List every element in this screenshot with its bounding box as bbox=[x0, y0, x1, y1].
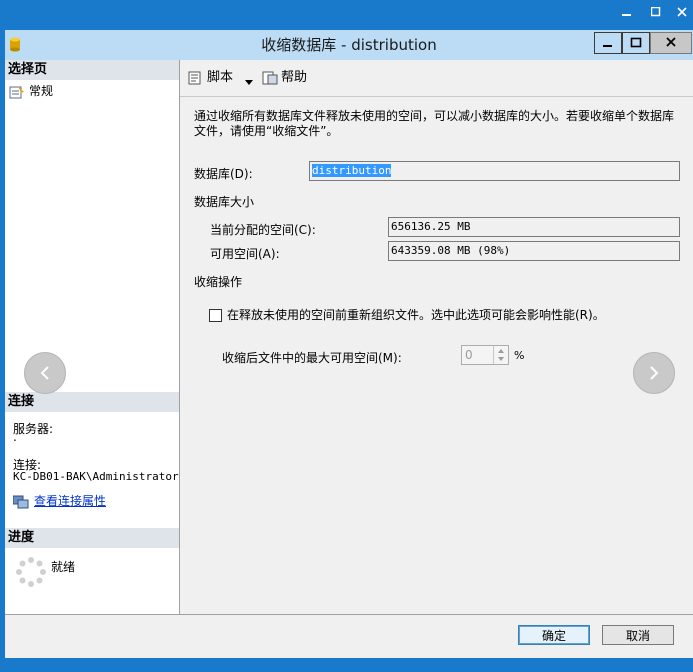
max-free-space-stepper[interactable]: 0 bbox=[461, 345, 509, 365]
allocated-space-label: 当前分配的空间(C): bbox=[210, 223, 316, 237]
server-label: 服务器: bbox=[13, 422, 54, 436]
dialog-title: 收缩数据库 - distribution bbox=[261, 36, 437, 54]
script-button[interactable]: 脚本 bbox=[188, 69, 233, 87]
view-connection-properties[interactable]: 查看连接属性 bbox=[12, 492, 106, 509]
help-button[interactable]: 帮助 bbox=[262, 69, 307, 87]
stepper-arrows-icon bbox=[498, 349, 504, 361]
shrink-operation-header: 收缩操作 bbox=[194, 275, 243, 289]
description-text: 通过收缩所有数据库文件释放未使用的空间，可以减小数据库的大小。若要收缩单个数据库… bbox=[194, 109, 675, 138]
close-button[interactable] bbox=[650, 32, 692, 54]
dialog-title-bar: 收缩数据库 - distribution bbox=[5, 30, 693, 60]
connection-header: 连接 bbox=[5, 392, 179, 412]
max-free-space-value: 0 bbox=[465, 348, 473, 362]
chevron-right-icon bbox=[650, 366, 659, 380]
next-page-button[interactable] bbox=[633, 352, 675, 394]
connection-properties-icon bbox=[12, 495, 29, 509]
database-label: 数据库(D): bbox=[194, 167, 253, 181]
available-space-field: 643359.08 MB (98%) bbox=[388, 241, 680, 261]
max-free-space-unit: % bbox=[514, 349, 525, 362]
progress-spinner-icon bbox=[15, 556, 47, 588]
chevron-left-icon bbox=[40, 366, 49, 380]
outer-minimize-icon[interactable] bbox=[616, 4, 638, 24]
sidebar-item-label: 常规 bbox=[29, 84, 54, 98]
main-panel: 通过收缩所有数据库文件释放未使用的空间，可以减小数据库的大小。若要收缩单个数据库… bbox=[180, 96, 693, 645]
progress-status: 就绪 bbox=[51, 560, 76, 574]
sidebar-item-general[interactable]: 常规 bbox=[9, 82, 53, 100]
database-field[interactable]: distribution bbox=[309, 161, 680, 181]
outer-title-bar bbox=[0, 0, 693, 28]
script-label: 脚本 bbox=[207, 70, 234, 85]
allocated-space-field: 656136.25 MB bbox=[388, 217, 680, 237]
outer-close-icon[interactable] bbox=[671, 4, 693, 24]
reorganize-files-checkbox[interactable] bbox=[209, 309, 222, 322]
dialog-footer: 确定 取消 bbox=[5, 614, 693, 659]
server-value: . bbox=[13, 430, 17, 444]
sidebar: 选择页 常规 连接 服务器: . 连接: KC-DB01-BAK\Adminis… bbox=[5, 60, 180, 644]
connection-value: KC-DB01-BAK\Administrator bbox=[13, 470, 179, 483]
view-connection-properties-link[interactable]: 查看连接属性 bbox=[34, 494, 106, 508]
toolbar: 脚本 帮助 bbox=[180, 60, 693, 96]
shrink-database-dialog: 收缩数据库 - distribution 选择页 常规 连接 服务器: . 连接… bbox=[5, 30, 693, 659]
select-page-header: 选择页 bbox=[5, 60, 179, 80]
minimize-button[interactable] bbox=[594, 32, 622, 54]
bottom-frame bbox=[0, 658, 693, 672]
ok-button[interactable]: 确定 bbox=[518, 625, 590, 645]
script-icon bbox=[188, 71, 204, 85]
database-value: distribution bbox=[312, 164, 392, 177]
previous-page-button[interactable] bbox=[24, 352, 66, 394]
page-icon bbox=[9, 85, 25, 99]
help-label: 帮助 bbox=[281, 70, 308, 85]
database-size-header: 数据库大小 bbox=[194, 195, 255, 209]
maximize-button[interactable] bbox=[622, 32, 650, 54]
cancel-button[interactable]: 取消 bbox=[602, 625, 674, 645]
reorganize-files-label[interactable]: 在释放未使用的空间前重新组织文件。选中此选项可能会影响性能(R)。 bbox=[227, 306, 605, 323]
available-space-label: 可用空间(A): bbox=[210, 247, 280, 261]
progress-header: 进度 bbox=[5, 528, 179, 548]
script-dropdown-chevron-down-icon[interactable] bbox=[245, 75, 253, 85]
outer-maximize-icon[interactable] bbox=[645, 4, 667, 24]
help-icon bbox=[262, 71, 278, 85]
stepper-arrows[interactable] bbox=[493, 346, 508, 364]
max-free-space-label: 收缩后文件中的最大可用空间(M): bbox=[222, 351, 402, 365]
